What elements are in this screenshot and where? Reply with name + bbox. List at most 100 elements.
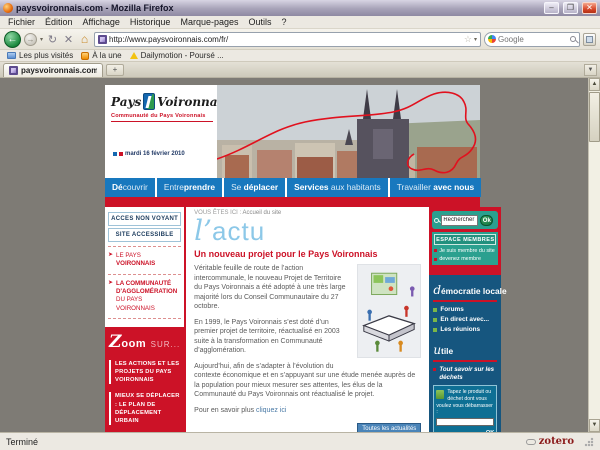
cliquez-ici-link[interactable]: cliquez ici [256,407,286,414]
waste-search-panel: Tapez le produit ou déchet dont vous vou… [433,385,497,432]
bullet-icon [433,318,437,322]
back-button[interactable]: ← [4,31,21,48]
member-login-link[interactable]: Je suis membre du site [434,248,496,254]
nav-se-deplacer[interactable]: Se déplacer [224,178,285,197]
left-sidebar: ACCES NON VOYANT SITE ACCESSIBLE ➤ LE PA… [105,207,186,432]
close-button[interactable]: ✕ [582,2,597,14]
scrollbar-thumb[interactable] [589,92,600,142]
main-navigation: Découvrir Entreprendre Se déplacer Servi… [105,178,480,197]
zoom-sur-title: Zoom SUR... [109,332,180,352]
history-dropdown-icon[interactable]: ▾ [40,36,43,43]
espace-membres-title: ESPACE MEMBRES [434,234,496,245]
link-forums[interactable]: Forums [433,306,497,313]
nav-entreprendre[interactable]: Entreprendre [157,178,222,197]
zoom-item-actions-projets[interactable]: LES ACTIONS ET LES PROJETS DU PAYS VOIRO… [109,360,180,384]
bookmark-star-icon[interactable]: ☆ [464,34,472,45]
red-band [105,197,480,207]
divider [108,274,181,275]
scroll-down-icon[interactable]: ▼ [589,419,600,432]
sidebar-item-communaute-agglomeration[interactable]: ➤ LA COMMUNAUTÉD'AGGLOMÉRATIONDU PAYS VO… [105,279,184,314]
stop-icon[interactable]: ✕ [62,33,75,46]
divider [108,246,181,247]
content-columns: ACCES NON VOYANT SITE ACCESSIBLE ➤ LE PA… [105,207,480,432]
warning-icon [130,52,138,59]
tab-paysvoironnais[interactable]: paysvoironnais.com [3,63,103,77]
logo-flag-icon [143,93,155,110]
restore-button[interactable]: ❐ [563,2,578,14]
link-reunions[interactable]: Les réunions [433,326,497,333]
site-search-ok-button[interactable]: Ok [480,215,493,226]
home-icon[interactable]: ⌂ [78,32,91,46]
sidebar-item-acces-non-voyant[interactable]: ACCES NON VOYANT [108,212,181,226]
date-red-icon [119,152,123,156]
actu-heading: l’actu [194,217,421,245]
site-search-input[interactable] [441,215,478,226]
menu-fichier[interactable]: Fichier [3,17,40,27]
bookmark-most-visited[interactable]: Les plus visités [5,51,75,60]
site-header: Pays Voironnais Communauté du Pays Voiro… [105,85,480,178]
logo-subtitle: Communauté du Pays Voironnais [111,113,213,122]
sidebar-item-pays-voironnais[interactable]: ➤ LE PAYS VOIRONNAIS [105,251,184,270]
site-logo[interactable]: Pays Voironnais Communauté du Pays Voiro… [105,85,217,178]
menu-outils[interactable]: Outils [244,17,277,27]
page-layout-icon[interactable] [583,33,596,46]
nav-decouvrir[interactable]: Découvrir [105,178,155,197]
menu-affichage[interactable]: Affichage [78,17,125,27]
status-bar: Terminé zotero [0,432,600,450]
menu-aide[interactable]: ? [277,17,292,27]
reload-icon[interactable]: ↻ [46,33,59,46]
page-viewport: Pays Voironnais Communauté du Pays Voiro… [0,78,600,432]
arrow-icon: ➤ [108,280,113,287]
site-favicon [98,35,107,44]
url-dropdown-icon[interactable]: ▾ [474,36,477,43]
bookmark-a-la-une[interactable]: À la une [79,51,123,60]
espace-membres-panel: ESPACE MEMBRES Je suis membre du site de… [432,232,498,265]
resize-grip[interactable] [584,437,594,447]
forward-button[interactable]: → [24,33,37,46]
folder-icon [7,52,16,59]
window-title: paysvoironnais.com - Mozilla Firefox [16,3,540,13]
site-search-bar[interactable]: Ok [432,211,498,229]
member-register-link[interactable]: devenez membre [434,256,496,262]
menu-edition[interactable]: Édition [40,17,78,27]
url-input[interactable] [109,35,462,44]
recycle-bin-icon [436,390,444,399]
right-red-zone: Ok ESPACE MEMBRES Je suis membre du site… [429,207,501,275]
link-dechets[interactable]: Tout savoir sur les déchets [433,366,497,382]
browser-window: paysvoironnais.com - Mozilla Firefox – ❐… [0,0,600,450]
link-en-direct[interactable]: En direct avec... [433,316,497,323]
bookmarks-bar: Les plus visités À la une Dailymotion - … [0,50,600,62]
new-tab-button[interactable]: + [106,64,124,76]
url-bar[interactable]: ☆ ▾ [94,32,481,47]
rss-icon [81,52,89,60]
menu-historique[interactable]: Historique [125,17,176,27]
navigation-toolbar: ← → ▾ ↻ ✕ ⌂ ☆ ▾ [0,29,600,50]
menu-marque-pages[interactable]: Marque-pages [175,17,243,27]
waste-input[interactable] [436,418,494,426]
tab-list-dropdown-icon[interactable]: ▼ [584,64,597,76]
waste-prompt: Tapez le produit ou déchet dont vous vou… [436,389,493,415]
date-line: mardi 16 février 2010 [113,151,185,157]
hero-photo [217,85,480,178]
all-news-button[interactable]: Toutes les actualités [357,423,421,432]
web-search-input[interactable] [498,35,568,44]
vertical-scrollbar[interactable]: ▲ ▼ [588,78,600,432]
bookmark-dailymotion[interactable]: Dailymotion - Poursé ... [128,51,226,60]
site-search-magnifier-icon [434,218,439,223]
bullet-icon [434,258,437,261]
search-magnifier-icon[interactable] [570,36,576,42]
tab-favicon [9,66,18,75]
nav-travailler[interactable]: Travailler avec nous [390,178,481,197]
article-title[interactable]: Un nouveau projet pour le Pays Voironnai… [194,249,421,259]
minimize-button[interactable]: – [544,2,559,14]
nav-services[interactable]: Services aux habitants [287,178,388,197]
book-illustration [357,264,421,358]
date-blue-icon [113,152,117,156]
scroll-up-icon[interactable]: ▲ [589,78,600,91]
zoom-item-plan-deplacement[interactable]: MIEUX SE DÉPLACER : LE PLAN DE DÉPLACEME… [109,392,180,424]
zotero-extension-button[interactable]: zotero [526,436,574,447]
sidebar-item-site-accessible[interactable]: SITE ACCESSIBLE [108,228,181,242]
web-page: Pays Voironnais Communauté du Pays Voiro… [105,85,480,432]
search-bar[interactable] [484,32,580,47]
title-bar: paysvoironnais.com - Mozilla Firefox – ❐… [0,0,600,16]
